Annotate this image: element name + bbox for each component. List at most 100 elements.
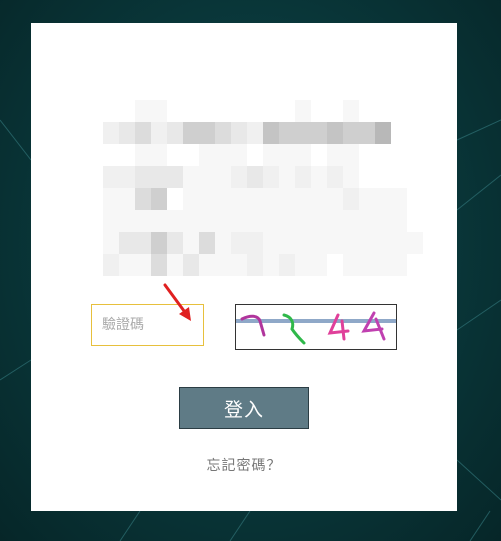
mosaic-cell [215, 166, 231, 188]
mosaic-cell [183, 210, 199, 232]
mosaic-cell [247, 122, 263, 144]
mosaic-cell [407, 232, 423, 254]
mosaic-cell [343, 166, 359, 188]
mosaic-cell [167, 210, 183, 232]
mosaic-cell [359, 122, 375, 144]
mosaic-cell [343, 254, 359, 276]
mosaic-cell [295, 144, 311, 166]
mosaic-cell [151, 100, 167, 122]
mosaic-cell [263, 166, 279, 188]
mosaic-cell [279, 122, 295, 144]
mosaic-cell [311, 166, 327, 188]
mosaic-cell [231, 166, 247, 188]
mosaic-cell [215, 232, 231, 254]
mosaic-cell [279, 232, 295, 254]
mosaic-cell [119, 232, 135, 254]
mosaic-cell [103, 210, 119, 232]
mosaic-cell [375, 254, 391, 276]
mosaic-cell [327, 210, 343, 232]
mosaic-cell [279, 210, 295, 232]
mosaic-cell [167, 166, 183, 188]
mosaic-cell [247, 210, 263, 232]
mosaic-cell [279, 254, 295, 276]
mosaic-cell [151, 254, 167, 276]
mosaic-cell [103, 122, 119, 144]
mosaic-cell [151, 210, 167, 232]
mosaic-cell [295, 122, 311, 144]
mosaic-cell [135, 166, 151, 188]
mosaic-cell [295, 254, 311, 276]
mosaic-cell [135, 188, 151, 210]
mosaic-cell [247, 254, 263, 276]
forgot-password-link[interactable]: 忘記密碼？ [181, 455, 307, 475]
mosaic-cell [247, 188, 263, 210]
mosaic-cell [327, 166, 343, 188]
mosaic-cell [279, 188, 295, 210]
mosaic-cell [199, 254, 215, 276]
mosaic-cell [199, 122, 215, 144]
mosaic-cell [135, 254, 151, 276]
mosaic-cell [295, 100, 311, 122]
mosaic-cell [359, 188, 375, 210]
mosaic-cell [151, 144, 167, 166]
mosaic-cell [311, 210, 327, 232]
mosaic-cell [215, 144, 231, 166]
mosaic-cell [151, 166, 167, 188]
mosaic-cell [391, 210, 407, 232]
captcha-glyphs [236, 311, 396, 345]
mosaic-cell [359, 254, 375, 276]
mosaic-cell [183, 232, 199, 254]
mosaic-cell [167, 122, 183, 144]
mosaic-cell [359, 210, 375, 232]
mosaic-cell [311, 232, 327, 254]
mosaic-cell [391, 232, 407, 254]
mosaic-cell [119, 254, 135, 276]
mosaic-cell [231, 232, 247, 254]
mosaic-cell [151, 122, 167, 144]
mosaic-cell [135, 210, 151, 232]
mosaic-cell [135, 122, 151, 144]
mosaic-cell [359, 232, 375, 254]
mosaic-cell [215, 254, 231, 276]
mosaic-cell [167, 254, 183, 276]
mosaic-cell [295, 210, 311, 232]
mosaic-cell [247, 232, 263, 254]
mosaic-cell [231, 210, 247, 232]
mosaic-cell [215, 210, 231, 232]
mosaic-cell [199, 210, 215, 232]
mosaic-cell [279, 166, 295, 188]
mosaic-cell [343, 232, 359, 254]
mosaic-cell [151, 188, 167, 210]
mosaic-cell [375, 122, 391, 144]
pixelated-logo [87, 78, 427, 276]
mosaic-cell [327, 232, 343, 254]
mosaic-cell [151, 232, 167, 254]
mosaic-cell [231, 144, 247, 166]
captcha-image [235, 304, 397, 350]
mosaic-cell [311, 188, 327, 210]
mosaic-cell [263, 144, 279, 166]
mosaic-cell [263, 122, 279, 144]
mosaic-cell [343, 122, 359, 144]
mosaic-cell [103, 232, 119, 254]
mosaic-cell [343, 188, 359, 210]
mosaic-cell [183, 166, 199, 188]
mosaic-cell [135, 100, 151, 122]
mosaic-cell [391, 254, 407, 276]
mosaic-cell [327, 188, 343, 210]
login-card: 登入 忘記密碼？ [31, 23, 457, 511]
mosaic-cell [135, 144, 151, 166]
mosaic-cell [263, 188, 279, 210]
mosaic-cell [311, 122, 327, 144]
mosaic-cell [263, 232, 279, 254]
mosaic-cell [375, 232, 391, 254]
mosaic-cell [183, 254, 199, 276]
mosaic-cell [199, 188, 215, 210]
mosaic-cell [199, 144, 215, 166]
mosaic-cell [295, 166, 311, 188]
mosaic-cell [327, 144, 343, 166]
mosaic-cell [375, 210, 391, 232]
login-button[interactable]: 登入 [179, 387, 309, 429]
mosaic-cell [215, 188, 231, 210]
mosaic-cell [183, 122, 199, 144]
